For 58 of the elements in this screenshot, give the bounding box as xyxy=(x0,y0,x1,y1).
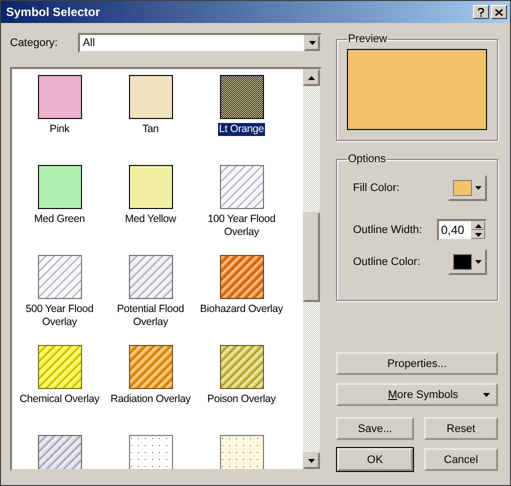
down-arrow-icon xyxy=(483,392,490,396)
down-arrow-icon xyxy=(474,232,482,236)
up-arrow-icon xyxy=(308,76,315,80)
symbol-swatch[interactable] xyxy=(38,75,82,119)
symbol-name[interactable]: Med Yellow xyxy=(124,213,178,226)
fill-color-label: Fill Color: xyxy=(353,182,400,194)
reset-button[interactable]: Reset xyxy=(424,417,498,440)
scroll-up-button[interactable] xyxy=(303,69,320,86)
symbol-name[interactable]: Med Green xyxy=(33,213,86,226)
symbol-name[interactable]: Chemical Overlay xyxy=(18,393,100,406)
outline-color-label: Outline Color: xyxy=(353,256,420,268)
group-title: Preview xyxy=(347,33,388,45)
down-arrow-icon xyxy=(308,458,315,462)
category-dropdown[interactable]: All xyxy=(78,33,322,53)
symbol-swatch[interactable] xyxy=(220,345,264,389)
symbol-swatch[interactable] xyxy=(128,345,172,389)
more-symbols-button[interactable]: More Symbols xyxy=(336,383,498,406)
symbol-name[interactable]: Pink xyxy=(48,123,70,136)
symbol-swatch[interactable] xyxy=(128,75,172,119)
symbol-swatch[interactable] xyxy=(220,75,264,119)
down-arrow-icon xyxy=(475,186,482,190)
symbol-name[interactable]: Tan xyxy=(141,123,160,136)
outline-width-spinner[interactable]: 0,40 xyxy=(437,219,487,241)
close-button[interactable] xyxy=(491,5,507,19)
down-arrow-icon xyxy=(475,260,482,264)
ok-button[interactable]: OK xyxy=(337,448,413,471)
outline-width-label: Outline Width: xyxy=(353,224,422,236)
symbol-swatch[interactable] xyxy=(128,165,172,209)
symbol-swatch[interactable] xyxy=(128,255,172,299)
scroll-down-button[interactable] xyxy=(303,452,320,469)
save-button[interactable]: Save... xyxy=(336,417,414,440)
help-icon xyxy=(478,8,484,16)
scrollbar[interactable] xyxy=(303,69,320,469)
symbol-swatch[interactable] xyxy=(220,435,264,469)
symbol-name[interactable]: 500 Year Flood Overlay xyxy=(14,303,105,329)
symbol-swatch[interactable] xyxy=(38,255,82,299)
symbol-swatch[interactable] xyxy=(38,165,82,209)
scroll-thumb[interactable] xyxy=(303,212,320,302)
close-icon xyxy=(495,8,503,16)
up-arrow-icon xyxy=(474,224,482,228)
symbol-name[interactable]: Radiation Overlay xyxy=(109,393,192,406)
symbol-name[interactable]: Potential Flood Overlay xyxy=(105,303,196,329)
group-title: Options xyxy=(347,153,387,165)
symbol-swatch[interactable] xyxy=(220,165,264,209)
symbol-name[interactable]: Lt Orange xyxy=(218,123,265,136)
help-button[interactable] xyxy=(473,5,489,19)
symbol-name[interactable]: Poison Overlay xyxy=(206,393,277,406)
properties-button[interactable]: Properties... xyxy=(336,352,498,375)
symbol-swatch[interactable] xyxy=(220,255,264,299)
symbol-name[interactable]: 100 Year Flood Overlay xyxy=(196,213,287,239)
window-title: Symbol Selector xyxy=(6,5,102,19)
symbol-swatch[interactable] xyxy=(128,435,172,469)
symbol-swatch[interactable] xyxy=(38,345,82,389)
category-label: Category: xyxy=(10,37,58,49)
symbol-name[interactable]: Biohazard Overlay xyxy=(199,303,284,316)
symbol-swatch[interactable] xyxy=(38,435,82,469)
down-arrow-icon xyxy=(308,41,316,45)
cancel-button[interactable]: Cancel xyxy=(424,448,498,471)
